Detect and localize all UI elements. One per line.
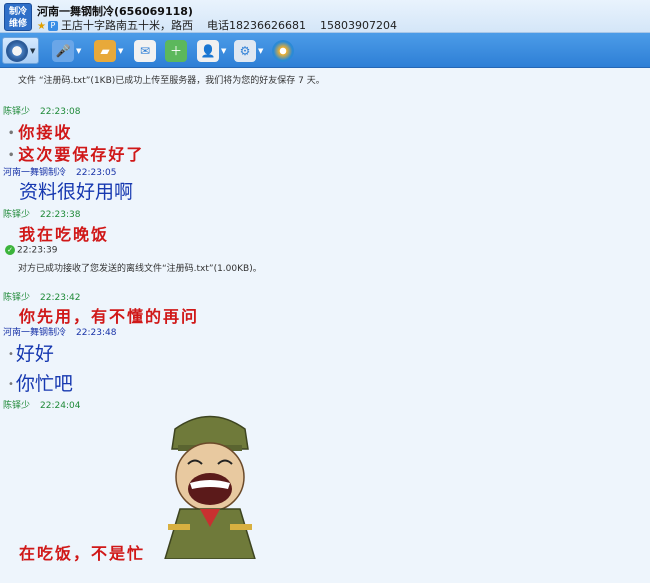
message-time: 22:23:39 — [17, 245, 58, 256]
chevron-down-icon[interactable]: ▼ — [30, 47, 35, 55]
webcam-icon — [6, 39, 28, 62]
chevron-down-icon[interactable]: ▼ — [258, 47, 263, 55]
contact-avatar[interactable]: 制冷 维修 — [4, 3, 32, 31]
contact-signature: 王店十字路南五十米，路西 — [60, 19, 193, 32]
star-icon: ★ — [37, 21, 46, 32]
qzone-icon[interactable]: P — [47, 21, 58, 31]
check-icon: ✓ — [5, 245, 15, 255]
sender-name: 陈铎少 — [3, 107, 31, 117]
video-chat-button[interactable]: ▼ — [2, 37, 40, 64]
chat-history[interactable]: 文件 “注册码.txt”(1KB)已成功上传至服务器，我们将为您的好友保存 7 … — [0, 69, 650, 583]
send-email-button[interactable]: ✉ — [134, 37, 156, 64]
microphone-icon: 🎤 — [52, 39, 74, 62]
message-text: 资料很好用啊 — [19, 181, 134, 203]
system-message-received: 对方已成功接收了您发送的离线文件“注册码.txt”(1.00KB)。 — [18, 264, 262, 274]
folder-icon: ▰ — [94, 39, 116, 62]
remote-assist-button[interactable]: 👤 ▼ — [197, 37, 226, 64]
message-text: 我在吃晚饭 — [19, 225, 110, 244]
message-time: 22:23:38 — [40, 210, 81, 220]
message-header: 陈铎少 22:23:08 — [3, 104, 80, 117]
sender-name: 陈铎少 — [3, 293, 31, 303]
sender-name: 陈铎少 — [3, 401, 31, 411]
settings-button[interactable]: ⚙ ▼ — [234, 37, 263, 64]
message-header: 陈铎少 22:23:42 — [3, 290, 80, 303]
chat-toolbar: ▼ 🎤 ▼ ▰ ▼ ✉ ＋ 👤 ▼ ⚙ ▼ — [0, 33, 650, 68]
sender-name: 河南一舞钢制冷 — [3, 328, 67, 338]
voice-chat-button[interactable]: 🎤 ▼ — [52, 37, 81, 64]
contact-phone: 电话18236626681 — [206, 19, 306, 32]
message-header: 陈铎少 22:23:38 — [3, 207, 80, 220]
contact-status-line: ★ P 王店十字路南五十米，路西 电话18236626681 15803907204 — [37, 17, 397, 33]
message-text: 你先用，有不懂的再问 — [19, 307, 200, 326]
system-message-upload: 文件 “注册码.txt”(1KB)已成功上传至服务器，我们将为您的好友保存 7 … — [18, 76, 325, 86]
message-text: 在吃饭，不是忙 — [19, 544, 146, 563]
envelope-icon: ✉ — [134, 39, 156, 62]
send-file-button[interactable]: ▰ ▼ — [94, 37, 123, 64]
app-icon — [272, 39, 294, 62]
user-icon: 👤 — [197, 39, 219, 62]
contact-phone-2: 15803907204 — [319, 19, 397, 32]
message-time: 22:24:04 — [40, 401, 81, 411]
message-text: • 你忙吧 — [8, 373, 73, 395]
app-button[interactable] — [272, 37, 294, 64]
message-header: 河南一舞钢制冷 22:23:48 — [3, 325, 116, 338]
message-time: 22:23:42 — [40, 293, 81, 303]
message-time: 22:23:48 — [76, 328, 117, 338]
group-add-icon: ＋ — [165, 39, 187, 62]
message-text: • 你接收 — [8, 123, 73, 142]
message-time: 22:23:08 — [40, 107, 81, 117]
chevron-down-icon[interactable]: ▼ — [76, 47, 81, 55]
sender-name: 陈铎少 — [3, 210, 31, 220]
chevron-down-icon[interactable]: ▼ — [221, 47, 226, 55]
message-text: • 这次要保存好了 — [8, 145, 145, 164]
message-text: • 好好 — [8, 343, 54, 365]
create-group-button[interactable]: ＋ — [165, 37, 187, 64]
gear-icon: ⚙ — [234, 39, 256, 62]
message-header: 陈铎少 22:24:04 — [3, 398, 80, 411]
chat-window-header: 制冷 维修 河南一舞钢制冷(656069118) ★ P 王店十字路南五十米，路西 电话… — [0, 0, 650, 33]
file-receipt-header: ✓ 22:23:39 — [5, 245, 57, 256]
chevron-down-icon[interactable]: ▼ — [118, 47, 123, 55]
laughing-soldier-sticker — [164, 415, 256, 559]
